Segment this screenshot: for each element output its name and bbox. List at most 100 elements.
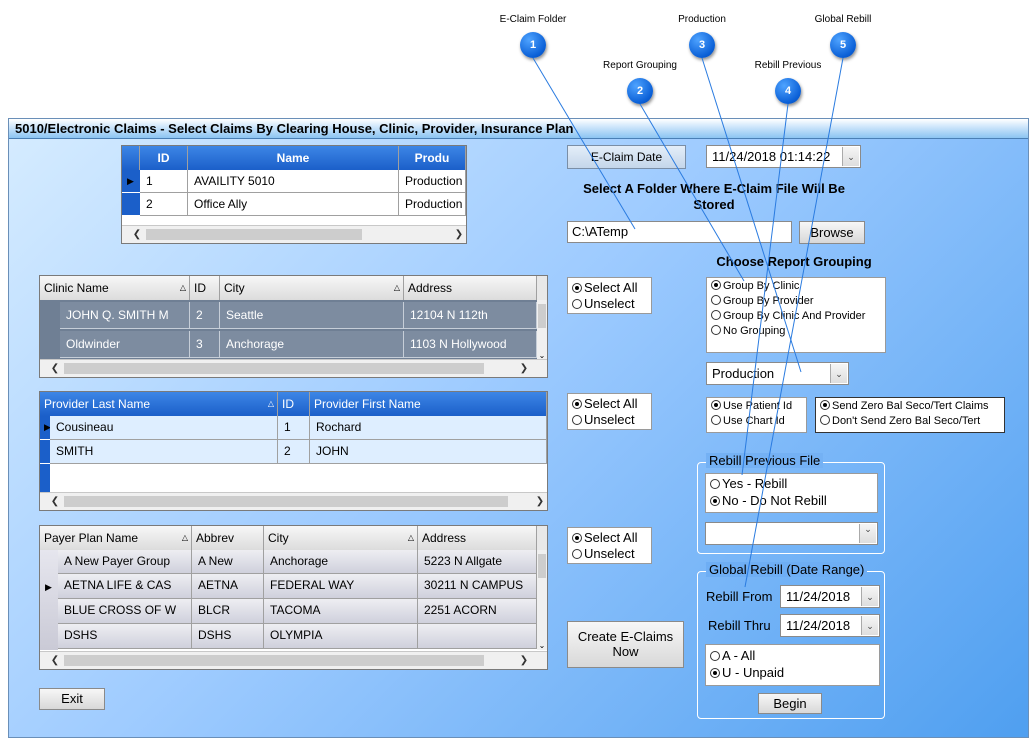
table-cell[interactable]: Cousineau: [50, 416, 278, 440]
clearinghouse-header-production[interactable]: Produ: [399, 146, 466, 170]
group-by-provider-radio[interactable]: Group By Provider: [711, 295, 813, 307]
scroll-left-icon[interactable]: ❮: [48, 652, 62, 669]
table-cell[interactable]: Oldwinder: [60, 331, 190, 358]
browse-button[interactable]: Browse: [799, 221, 865, 244]
rebill-thru-date[interactable]: 11/24/2018 ⌄: [780, 614, 880, 637]
table-cell[interactable]: 5223 N Allgate: [418, 550, 537, 574]
rebill-file-select[interactable]: ⌄: [705, 522, 878, 545]
table-cell[interactable]: 3: [190, 331, 220, 358]
provider-select-all-radio[interactable]: Select All: [572, 396, 637, 411]
clinic-header-address[interactable]: Address: [404, 276, 537, 300]
chevron-down-icon[interactable]: ⌄: [859, 524, 876, 543]
scroll-down-icon[interactable]: ⌄: [537, 641, 547, 650]
begin-button[interactable]: Begin: [758, 693, 822, 714]
scroll-right-icon[interactable]: ❯: [517, 360, 531, 377]
row-indicator[interactable]: [122, 193, 140, 216]
table-cell[interactable]: JOHN: [310, 440, 547, 464]
exit-button[interactable]: Exit: [39, 688, 105, 710]
table-cell[interactable]: Seattle: [220, 302, 404, 329]
table-cell[interactable]: 1: [140, 170, 188, 193]
table-cell[interactable]: AETNA: [192, 574, 264, 599]
table-cell[interactable]: JOHN Q. SMITH M: [60, 302, 190, 329]
table-cell[interactable]: FEDERAL WAY: [264, 574, 418, 599]
scroll-thumb[interactable]: [64, 496, 508, 507]
create-eclaims-button[interactable]: Create E-Claims Now: [567, 621, 684, 668]
use-chart-id-radio[interactable]: Use Chart Id: [711, 415, 785, 427]
clinic-header-id[interactable]: ID: [190, 276, 220, 300]
scroll-right-icon[interactable]: ❯: [533, 493, 547, 510]
payer-header-city[interactable]: City △: [264, 526, 418, 550]
scroll-thumb[interactable]: [64, 655, 484, 666]
scroll-thumb[interactable]: [538, 304, 546, 328]
row-indicator[interactable]: ▶: [122, 170, 140, 193]
horizontal-scrollbar[interactable]: ❮ ❯: [122, 225, 466, 243]
provider-unselect-radio[interactable]: Unselect: [572, 412, 635, 427]
scroll-thumb[interactable]: [538, 554, 546, 578]
table-cell[interactable]: Office Ally: [188, 193, 399, 216]
table-cell[interactable]: Production: [399, 193, 466, 216]
chevron-down-icon[interactable]: ⌄: [861, 616, 878, 635]
table-cell[interactable]: 2251 ACORN: [418, 599, 537, 624]
production-select[interactable]: Production ⌄: [706, 362, 849, 385]
rebill-all-radio[interactable]: A - All: [710, 648, 755, 663]
dont-send-zero-bal-radio[interactable]: Don't Send Zero Bal Seco/Tert: [820, 415, 980, 427]
table-cell[interactable]: BLCR: [192, 599, 264, 624]
scroll-left-icon[interactable]: ❮: [48, 493, 62, 510]
group-by-clinic-radio[interactable]: Group By Clinic: [711, 280, 799, 292]
table-cell[interactable]: Anchorage: [264, 550, 418, 574]
vertical-scrollbar[interactable]: ⌄: [537, 300, 547, 360]
table-cell[interactable]: BLUE CROSS OF W: [58, 599, 192, 624]
scroll-thumb[interactable]: [64, 363, 484, 374]
payer-unselect-radio[interactable]: Unselect: [572, 546, 635, 561]
table-cell[interactable]: Rochard: [310, 416, 547, 440]
table-cell[interactable]: TACOMA: [264, 599, 418, 624]
table-cell[interactable]: OLYMPIA: [264, 624, 418, 649]
no-rebill-radio[interactable]: No - Do Not Rebill: [710, 493, 827, 508]
table-cell[interactable]: DSHS: [58, 624, 192, 649]
clinic-select-all-radio[interactable]: Select All: [572, 280, 637, 295]
table-cell[interactable]: AVAILITY 5010: [188, 170, 399, 193]
table-cell[interactable]: Anchorage: [220, 331, 404, 358]
table-cell[interactable]: 30211 N CAMPUS: [418, 574, 537, 599]
table-cell[interactable]: 1: [278, 416, 310, 440]
payer-header-address[interactable]: Address: [418, 526, 537, 550]
vertical-scrollbar[interactable]: ⌄: [537, 550, 547, 650]
table-cell[interactable]: A New: [192, 550, 264, 574]
rebill-from-date[interactable]: 11/24/2018 ⌄: [780, 585, 880, 608]
horizontal-scrollbar[interactable]: ❮ ❯: [40, 492, 547, 510]
use-patient-id-radio[interactable]: Use Patient Id: [711, 400, 792, 412]
chevron-down-icon[interactable]: ⌄: [861, 587, 878, 606]
send-zero-bal-radio[interactable]: Send Zero Bal Seco/Tert Claims: [820, 400, 989, 412]
scroll-left-icon[interactable]: ❮: [48, 360, 62, 377]
clearinghouse-header-name[interactable]: Name: [188, 146, 399, 170]
payer-header-abbrev[interactable]: Abbrev: [192, 526, 264, 550]
scroll-right-icon[interactable]: ❯: [517, 652, 531, 669]
chevron-down-icon[interactable]: ⌄: [842, 147, 859, 166]
table-cell[interactable]: 2: [190, 302, 220, 329]
table-cell[interactable]: [418, 624, 537, 649]
group-by-clinic-and-provider-radio[interactable]: Group By Clinic And Provider: [711, 310, 865, 322]
provider-header-id[interactable]: ID: [278, 392, 310, 416]
horizontal-scrollbar[interactable]: ❮ ❯: [40, 359, 547, 377]
payer-header-plan-name[interactable]: Payer Plan Name △: [40, 526, 192, 550]
clinic-header-city[interactable]: City △: [220, 276, 404, 300]
table-cell[interactable]: 12104 N 112th: [404, 302, 537, 329]
horizontal-scrollbar[interactable]: ❮ ❯: [40, 651, 547, 669]
provider-header-first-name[interactable]: Provider First Name: [310, 392, 547, 416]
folder-path-input[interactable]: C:\ATemp: [567, 221, 792, 243]
table-cell[interactable]: Production: [399, 170, 466, 193]
table-cell[interactable]: 1103 N Hollywood: [404, 331, 537, 358]
scroll-thumb[interactable]: [146, 229, 362, 240]
table-cell[interactable]: SMITH: [50, 440, 278, 464]
payer-select-all-radio[interactable]: Select All: [572, 530, 637, 545]
clinic-header-name[interactable]: Clinic Name △: [40, 276, 190, 300]
chevron-down-icon[interactable]: ⌄: [830, 364, 847, 383]
table-cell[interactable]: AETNA LIFE & CAS: [58, 574, 192, 599]
eclaim-date-picker[interactable]: 11/24/2018 01:14:22 ⌄: [706, 145, 861, 168]
table-cell[interactable]: 2: [140, 193, 188, 216]
no-grouping-radio[interactable]: No Grouping: [711, 325, 785, 337]
table-cell[interactable]: DSHS: [192, 624, 264, 649]
clinic-unselect-radio[interactable]: Unselect: [572, 296, 635, 311]
yes-rebill-radio[interactable]: Yes - Rebill: [710, 476, 787, 491]
rebill-unpaid-radio[interactable]: U - Unpaid: [710, 665, 784, 680]
